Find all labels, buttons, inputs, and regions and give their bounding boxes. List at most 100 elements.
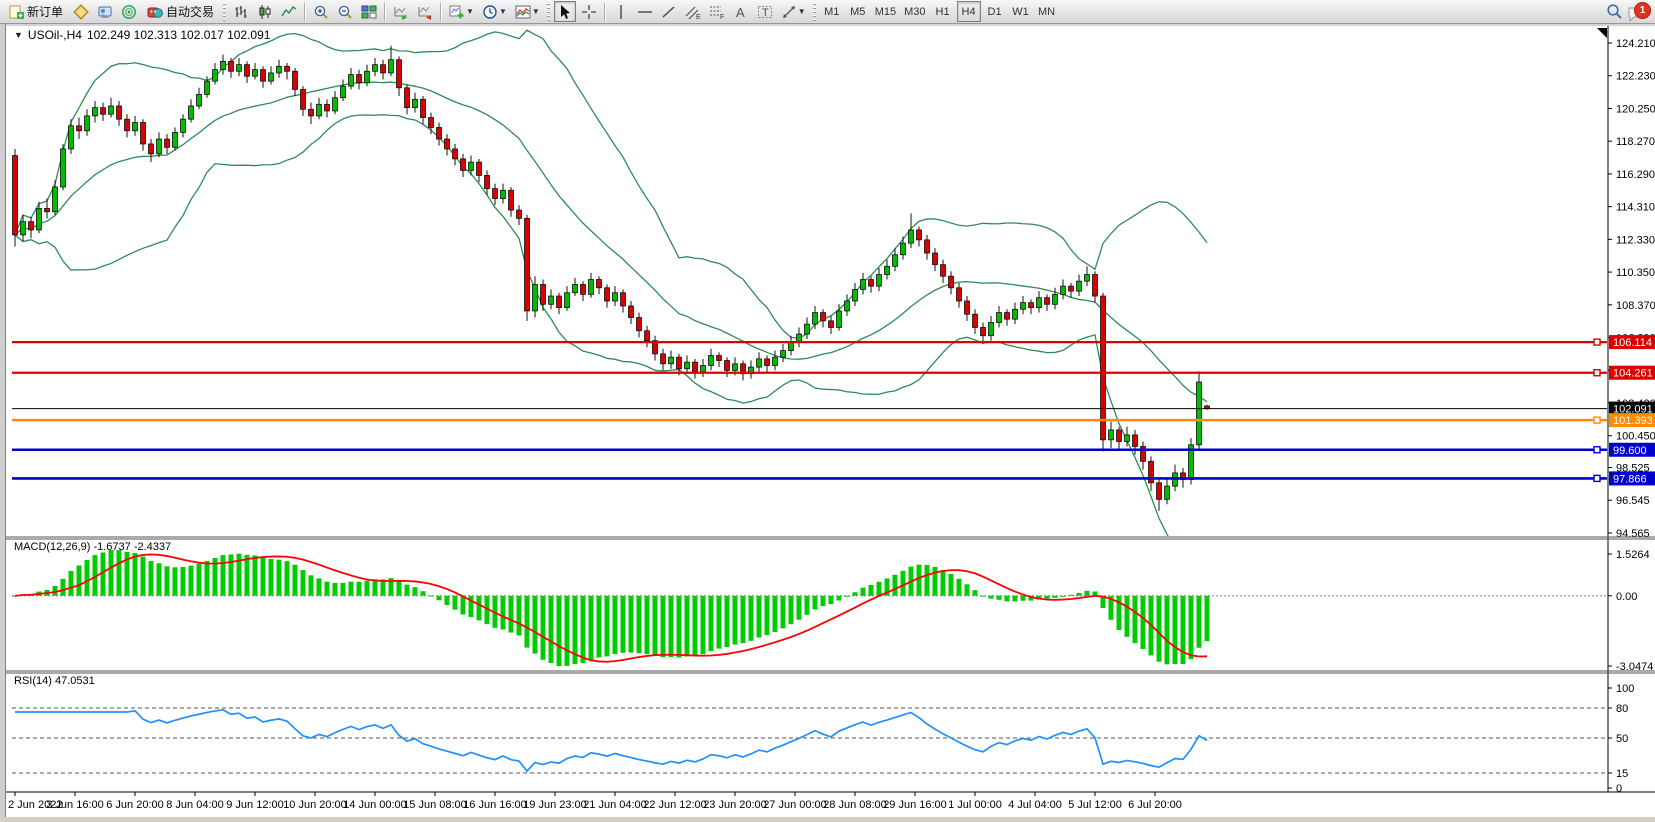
line-chart-button[interactable]: [278, 1, 300, 22]
svg-text:96.545: 96.545: [1616, 495, 1650, 507]
zoom-out-icon: [337, 4, 353, 20]
timeframe-m1[interactable]: M1: [820, 1, 844, 22]
tile-windows-button[interactable]: [358, 1, 380, 22]
bar-chart-icon: [233, 4, 249, 20]
svg-text:8 Jun 04:00: 8 Jun 04:00: [166, 799, 224, 811]
svg-text:120.250: 120.250: [1616, 103, 1655, 115]
terminal-icon: [97, 4, 113, 20]
horizontal-line-icon: [637, 4, 653, 20]
notification-badge: 1: [1634, 2, 1651, 19]
timeframe-group: M1M5M15M30H1H4D1W1MN: [819, 1, 1060, 22]
crosshair-icon: [581, 4, 597, 20]
cursor-button[interactable]: [554, 1, 576, 22]
clock-icon: [482, 4, 498, 20]
svg-text:106.114: 106.114: [1613, 337, 1652, 349]
svg-text:9 Jun 12:00: 9 Jun 12:00: [226, 799, 284, 811]
svg-text:A: A: [736, 5, 745, 20]
svg-text:110.350: 110.350: [1616, 267, 1655, 279]
timeframe-h1[interactable]: H1: [931, 1, 955, 22]
charts-profile-button[interactable]: [70, 1, 92, 22]
text-button[interactable]: A: [730, 1, 752, 22]
toolbar-separator: [440, 3, 442, 21]
svg-text:104.261: 104.261: [1613, 368, 1653, 380]
search-button[interactable]: [1603, 1, 1626, 22]
strategy-tester-button[interactable]: [118, 1, 140, 22]
timeframe-m5[interactable]: M5: [846, 1, 870, 22]
toolbar-separator: [304, 3, 306, 21]
toolbar-separator: [604, 3, 606, 21]
main-toolbar: 新订单 自动交易 ▼ ▼: [0, 0, 1655, 24]
svg-text:28 Jun 08:00: 28 Jun 08:00: [823, 799, 887, 811]
text-icon: A: [733, 4, 749, 20]
text-label-button[interactable]: T: [754, 1, 776, 22]
templates-icon: [515, 4, 531, 20]
svg-text:114.310: 114.310: [1616, 202, 1655, 214]
rsi-panel: [12, 708, 1607, 773]
svg-text:108.370: 108.370: [1616, 300, 1655, 312]
svg-text:29 Jun 16:00: 29 Jun 16:00: [883, 799, 947, 811]
toolbar-grip: [223, 3, 226, 21]
svg-text:94.565: 94.565: [1616, 528, 1650, 540]
toolbar-grip: [547, 3, 550, 21]
timeframe-w1[interactable]: W1: [1009, 1, 1033, 22]
svg-text:97.866: 97.866: [1613, 473, 1647, 485]
svg-text:5 Jul 12:00: 5 Jul 12:00: [1068, 799, 1122, 811]
crosshair-button[interactable]: [578, 1, 600, 22]
svg-text:21 Jun 04:00: 21 Jun 04:00: [583, 799, 647, 811]
svg-text:0: 0: [1616, 783, 1622, 795]
timeframe-d1[interactable]: D1: [983, 1, 1007, 22]
timeframe-mn[interactable]: MN: [1035, 1, 1059, 22]
candlestick-chart-button[interactable]: [254, 1, 276, 22]
timeframe-m30[interactable]: M30: [901, 1, 928, 22]
zoom-out-button[interactable]: [334, 1, 356, 22]
price-chart[interactable]: 124.210122.230120.250118.270116.290114.3…: [6, 24, 1655, 817]
arrows-icon: [781, 4, 797, 20]
trendline-button[interactable]: [658, 1, 680, 22]
bar-chart-button[interactable]: [230, 1, 252, 22]
svg-text:15: 15: [1616, 768, 1628, 780]
svg-text:0.00: 0.00: [1616, 591, 1637, 603]
timeframe-m15[interactable]: M15: [872, 1, 899, 22]
arrows-button[interactable]: ▼: [778, 1, 809, 22]
terminal-button[interactable]: [94, 1, 116, 22]
equidistant-channel-button[interactable]: E: [682, 1, 704, 22]
new-order-button[interactable]: 新订单: [3, 1, 68, 22]
scroll-end-marker: [1597, 28, 1607, 38]
svg-text:6 Jun 20:00: 6 Jun 20:00: [106, 799, 164, 811]
svg-text:16 Jun 16:00: 16 Jun 16:00: [463, 799, 527, 811]
horizontal-line-button[interactable]: [634, 1, 656, 22]
templates-button[interactable]: ▼: [512, 1, 543, 22]
chevron-down-icon: ▼: [499, 7, 507, 16]
candlestick-chart-icon: [257, 4, 273, 20]
new-order-label: 新订单: [27, 3, 63, 20]
fibonacci-button[interactable]: F: [706, 1, 728, 22]
fibonacci-icon: F: [709, 4, 725, 20]
svg-text:99.600: 99.600: [1613, 445, 1647, 457]
svg-text:22 Jun 12:00: 22 Jun 12:00: [643, 799, 707, 811]
chart-periods-button[interactable]: ▼: [479, 1, 510, 22]
new-chart-button[interactable]: ▼: [446, 1, 477, 22]
svg-text:101.393: 101.393: [1613, 415, 1653, 427]
text-label-icon: T: [757, 4, 773, 20]
chart-inner: ▼ USOil-,H4 102.249 102.313 102.017 102.…: [5, 24, 1655, 817]
auto-scroll-button[interactable]: [390, 1, 412, 22]
zoom-in-icon: [313, 4, 329, 20]
svg-text:116.290: 116.290: [1616, 169, 1655, 181]
svg-text:4 Jul 04:00: 4 Jul 04:00: [1008, 799, 1062, 811]
cursor-icon: [557, 4, 573, 20]
zoom-in-button[interactable]: [310, 1, 332, 22]
chevron-down-icon: ▼: [798, 7, 806, 16]
svg-text:-3.0474: -3.0474: [1616, 661, 1653, 673]
timeframe-h4[interactable]: H4: [957, 1, 981, 22]
svg-text:15 Jun 08:00: 15 Jun 08:00: [403, 799, 467, 811]
trendline-icon: [661, 4, 677, 20]
notifications-button[interactable]: 1: [1627, 1, 1653, 23]
auto-trading-button[interactable]: 自动交易: [142, 1, 219, 22]
svg-text:F: F: [720, 14, 724, 20]
chart-shift-icon: [417, 4, 433, 20]
chart-shift-button[interactable]: [414, 1, 436, 22]
svg-text:E: E: [696, 14, 701, 20]
vertical-line-button[interactable]: [610, 1, 632, 22]
svg-text:80: 80: [1616, 703, 1628, 715]
macd-panel: [12, 550, 1607, 666]
